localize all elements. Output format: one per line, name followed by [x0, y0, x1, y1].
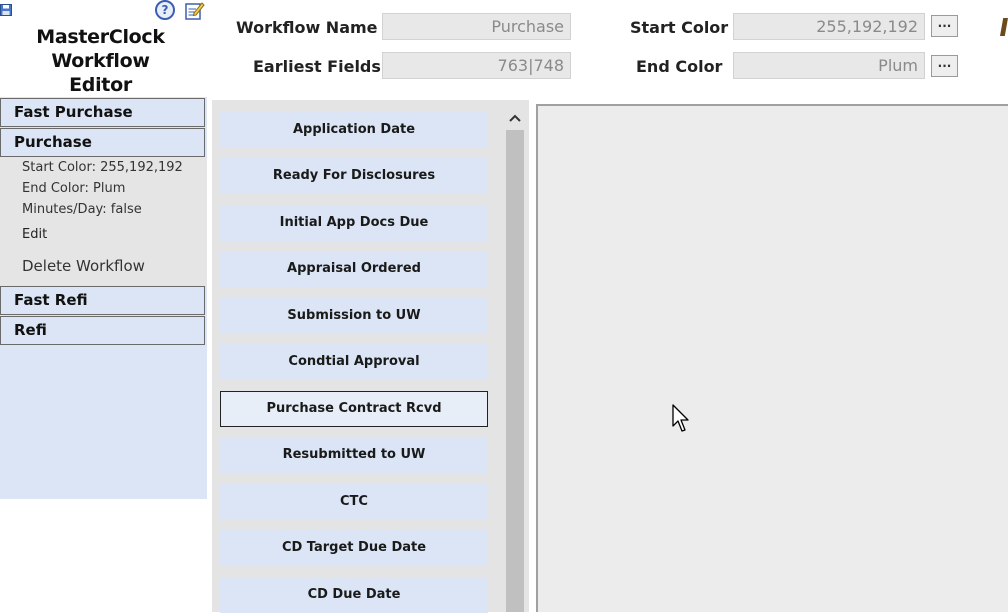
task-initial-app-docs-due[interactable]: Initial App Docs Due [220, 205, 488, 241]
workflow-canvas[interactable] [536, 104, 1008, 612]
start-color-field[interactable]: 255,192,192 [733, 13, 925, 40]
task-appraisal-ordered[interactable]: Appraisal Ordered [220, 251, 488, 287]
edit-icon[interactable] [185, 0, 205, 20]
detail-minutes-per-day: Minutes/Day: false [22, 202, 142, 217]
help-icon[interactable]: ? [155, 0, 175, 20]
start-color-label: Start Color [630, 18, 729, 37]
end-color-label: End Color [636, 57, 723, 76]
task-resubmitted-to-uw[interactable]: Resubmitted to UW [220, 437, 488, 473]
delete-workflow-link[interactable]: Delete Workflow [22, 257, 145, 275]
end-color-picker-button[interactable]: ... [931, 55, 958, 77]
workflow-name-label: Workflow Name [236, 18, 378, 37]
app-title-line2: Workflow Editor [51, 50, 150, 96]
task-submission-to-uw[interactable]: Submission to UW [220, 298, 488, 334]
workflow-name-field[interactable]: Purchase [382, 13, 571, 40]
task-cd-due-date[interactable]: CD Due Date [220, 577, 488, 613]
save-icon[interactable] [0, 4, 12, 16]
workflow-item-fast-refi[interactable]: Fast Refi [0, 286, 205, 315]
mouse-cursor-icon [672, 404, 689, 432]
detail-end-color: End Color: Plum [22, 181, 126, 196]
earliest-fields-field[interactable]: 763|748 [382, 52, 571, 79]
workflow-item-fast-purchase[interactable]: Fast Purchase [0, 98, 205, 127]
workflow-item-purchase[interactable]: Purchase [0, 128, 205, 157]
task-ready-for-disclosures[interactable]: Ready For Disclosures [220, 158, 488, 194]
app-title-line1: MasterClock [36, 26, 165, 48]
partial-edge-icon [1000, 18, 1008, 36]
end-color-field[interactable]: Plum [733, 52, 925, 79]
task-ctc[interactable]: CTC [220, 484, 488, 520]
chevron-up-icon[interactable] [506, 108, 524, 128]
earliest-fields-label: Earliest Fields [253, 57, 381, 76]
workflow-item-refi[interactable]: Refi [0, 316, 205, 345]
start-color-picker-button[interactable]: ... [931, 15, 958, 37]
task-purchase-contract-rcvd[interactable]: Purchase Contract Rcvd [220, 391, 488, 427]
detail-start-color: Start Color: 255,192,192 [22, 160, 183, 175]
task-application-date[interactable]: Application Date [220, 112, 488, 148]
edit-workflow-link[interactable]: Edit [22, 227, 47, 242]
task-list-scrollbar[interactable] [506, 130, 524, 612]
task-conditional-approval[interactable]: Condtial Approval [220, 344, 488, 380]
app-title: MasterClock Workflow Editor [18, 25, 183, 97]
task-cd-target-due-date[interactable]: CD Target Due Date [220, 530, 488, 566]
